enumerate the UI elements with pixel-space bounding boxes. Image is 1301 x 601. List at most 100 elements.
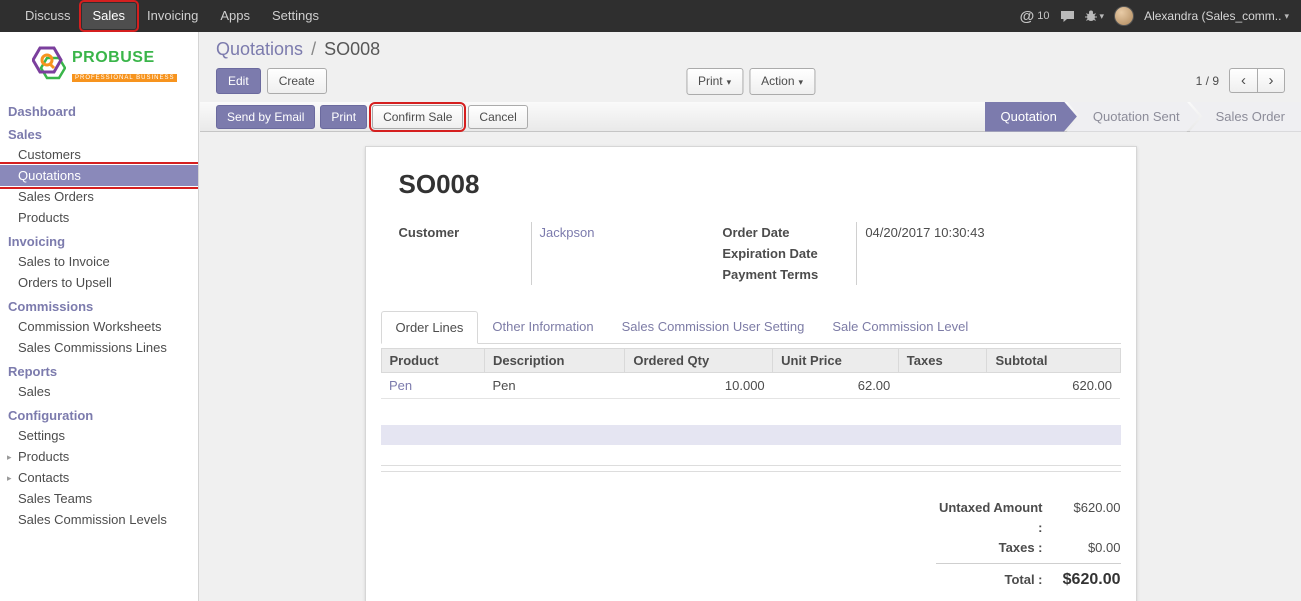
- menu-apps[interactable]: Apps: [209, 3, 261, 29]
- expand-arrow-icon: ▸: [7, 450, 12, 465]
- cell-product[interactable]: Pen: [381, 373, 484, 399]
- separator-line: [381, 471, 1121, 472]
- action-dropdown[interactable]: Action ▾: [749, 68, 815, 95]
- column-description[interactable]: Description: [484, 349, 624, 373]
- pager-previous-button[interactable]: ‹: [1229, 68, 1257, 93]
- sidebar-item-settings[interactable]: Settings: [0, 425, 198, 446]
- sidebar-item-quotations[interactable]: Quotations: [0, 165, 198, 186]
- sidebar-item-sales-to-invoice[interactable]: Sales to Invoice: [0, 251, 198, 272]
- menu-settings[interactable]: Settings: [261, 3, 330, 29]
- edit-button[interactable]: Edit: [216, 68, 261, 94]
- sidebar-item-customers[interactable]: Customers: [0, 144, 198, 165]
- column-ordered-qty[interactable]: Ordered Qty: [625, 349, 773, 373]
- create-button[interactable]: Create: [267, 68, 327, 94]
- column-subtotal[interactable]: Subtotal: [987, 349, 1120, 373]
- column-taxes[interactable]: Taxes: [898, 349, 987, 373]
- chevron-down-icon: ▾: [1100, 11, 1105, 22]
- print-dropdown[interactable]: Print▾: [686, 68, 743, 95]
- table-header-row: Product Description Ordered Qty Unit Pri…: [381, 349, 1120, 373]
- cell-unit-price: 62.00: [773, 373, 899, 399]
- sidebar-heading-configuration[interactable]: Configuration: [0, 402, 198, 425]
- payment-terms-value: [865, 264, 1102, 285]
- print-dropdown-label: Print: [698, 74, 723, 88]
- mention-count: 10: [1037, 10, 1049, 22]
- menu-sales[interactable]: Sales: [82, 3, 137, 29]
- sidebar-heading-commissions[interactable]: Commissions: [0, 293, 198, 316]
- column-unit-price[interactable]: Unit Price: [773, 349, 899, 373]
- tab-sale-commission-level[interactable]: Sale Commission Level: [818, 311, 982, 343]
- control-panel: Quotations / SO008 Edit Create Print▾ Ac…: [200, 32, 1301, 94]
- sidebar-item-sales-orders[interactable]: Sales Orders: [0, 186, 198, 207]
- breadcrumb-separator: /: [308, 39, 319, 59]
- probuse-logo-icon: [32, 46, 66, 86]
- pager-counter: 1 / 9: [1196, 74, 1219, 88]
- sidebar-item-sales-teams[interactable]: Sales Teams: [0, 488, 198, 509]
- stage-sales-order[interactable]: Sales Order: [1190, 102, 1301, 132]
- customer-label: Customer: [399, 222, 531, 243]
- app-logo[interactable]: PROBUSE PROFESSIONAL BUSINESS: [0, 32, 198, 98]
- column-product[interactable]: Product: [381, 349, 484, 373]
- statusbar: Send by Email Print Confirm Sale Cancel …: [200, 102, 1301, 132]
- debug-icon: [1085, 10, 1097, 22]
- customer-value[interactable]: Jackpson: [540, 222, 723, 243]
- sidebar-item-contacts[interactable]: ▸ Contacts: [0, 467, 198, 488]
- breadcrumb-quotations[interactable]: Quotations: [216, 39, 303, 59]
- sidebar-item-reports-sales[interactable]: Sales: [0, 381, 198, 402]
- sidebar-item-products[interactable]: Products: [0, 207, 198, 228]
- sidebar-heading-sales[interactable]: Sales: [0, 121, 198, 144]
- cancel-button[interactable]: Cancel: [468, 105, 527, 129]
- expiration-date-label: Expiration Date: [722, 243, 856, 264]
- mention-icon: @: [1020, 8, 1035, 25]
- untaxed-amount-label: Untaxed Amount :: [936, 498, 1051, 538]
- sidebar-item-label: Products: [18, 449, 69, 464]
- tab-order-lines[interactable]: Order Lines: [381, 311, 479, 344]
- breadcrumb-current: SO008: [324, 39, 380, 59]
- tab-sales-commission-user-setting[interactable]: Sales Commission User Setting: [608, 311, 819, 343]
- stage-quotation[interactable]: Quotation: [985, 102, 1077, 132]
- cell-taxes: [898, 373, 987, 399]
- print-button[interactable]: Print: [320, 105, 367, 129]
- untaxed-amount-value: $620.00: [1051, 498, 1121, 518]
- debug-menu-button[interactable]: ▾: [1085, 10, 1105, 22]
- send-by-email-button[interactable]: Send by Email: [216, 105, 315, 129]
- order-date-label: Order Date: [722, 222, 856, 243]
- chevron-down-icon: ▾: [799, 77, 804, 87]
- sidebar-item-dashboard[interactable]: Dashboard: [0, 98, 198, 121]
- sidebar-item-label: Contacts: [18, 470, 69, 485]
- messages-button[interactable]: [1060, 10, 1075, 23]
- expiration-date-value: [865, 243, 1102, 264]
- record-title: SO008: [399, 169, 1121, 200]
- taxes-label: Taxes :: [936, 538, 1051, 558]
- chevron-right-icon: ›: [1269, 72, 1274, 89]
- sidebar-heading-reports[interactable]: Reports: [0, 358, 198, 381]
- confirm-sale-button[interactable]: Confirm Sale: [372, 105, 463, 129]
- menu-discuss[interactable]: Discuss: [14, 3, 82, 29]
- stage-quotation-sent[interactable]: Quotation Sent: [1067, 102, 1200, 132]
- sidebar-item-orders-to-upsell[interactable]: Orders to Upsell: [0, 272, 198, 293]
- chevron-down-icon: ▾: [1284, 11, 1289, 22]
- sidebar-heading-invoicing[interactable]: Invoicing: [0, 228, 198, 251]
- sidebar-item-commission-worksheets[interactable]: Commission Worksheets: [0, 316, 198, 337]
- mentions-counter[interactable]: @ 10: [1020, 8, 1050, 25]
- cell-description: Pen: [484, 373, 624, 399]
- cell-subtotal: 620.00: [987, 373, 1120, 399]
- tab-other-information[interactable]: Other Information: [478, 311, 607, 343]
- sidebar: PROBUSE PROFESSIONAL BUSINESS Dashboard …: [0, 32, 199, 601]
- user-menu-button[interactable]: Alexandra (Sales_comm.. ▾: [1144, 9, 1289, 23]
- action-dropdown-label: Action: [761, 74, 794, 88]
- sidebar-item-sales-commissions-lines[interactable]: Sales Commissions Lines: [0, 337, 198, 358]
- menu-invoicing[interactable]: Invoicing: [136, 3, 209, 29]
- pager-next-button[interactable]: ›: [1257, 68, 1285, 93]
- main-content: Quotations / SO008 Edit Create Print▾ Ac…: [200, 32, 1301, 601]
- form-sheet: SO008 Customer Jackpson Order Date Expir…: [365, 146, 1137, 601]
- status-pipeline: Quotation Quotation Sent Sales Order: [985, 102, 1301, 132]
- expand-arrow-icon: ▸: [7, 471, 12, 486]
- sidebar-item-sales-commission-levels[interactable]: Sales Commission Levels: [0, 509, 198, 530]
- logo-title: PROBUSE: [72, 49, 177, 66]
- user-avatar[interactable]: [1114, 6, 1134, 26]
- chevron-left-icon: ‹: [1241, 72, 1246, 89]
- separator-line: [381, 465, 1121, 466]
- empty-order-line-row: [381, 425, 1121, 445]
- sidebar-item-config-products[interactable]: ▸ Products: [0, 446, 198, 467]
- table-row[interactable]: Pen Pen 10.000 62.00 620.00: [381, 373, 1120, 399]
